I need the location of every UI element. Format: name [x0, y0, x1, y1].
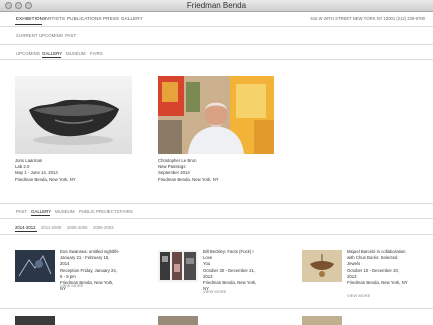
past-tabs-divider [0, 218, 433, 219]
year-2005-2003[interactable]: 2005-2003 [93, 225, 114, 230]
nav-publications[interactable]: PUBLICATIONS [67, 16, 102, 21]
past-item-title[interactable]: Bill Beckley: Facts (Fuck) I Love [203, 249, 263, 261]
tab-upcoming[interactable]: UPCOMING [16, 51, 40, 56]
featured-image-lebrun[interactable] [158, 76, 274, 154]
nav-press[interactable]: PRESS [103, 16, 119, 21]
tabs-divider [0, 59, 433, 60]
tab-gallery[interactable]: GALLERY [42, 51, 62, 56]
active-nav-underline [15, 24, 42, 25]
window-title: Friedman Benda [186, 1, 247, 10]
view-more-link[interactable]: VIEW MORE [347, 293, 370, 298]
featured-caption-lebrun: Christopher Le Brun New Paintings Septem… [158, 158, 219, 183]
featured-caption-laarman: Joris Laarman Lab 2.0 May 1 - June 14, 2… [15, 158, 76, 183]
past-item-beckley: Bill Beckley: Facts (Fuck) I Love You Oc… [203, 249, 263, 292]
next-row-image[interactable] [158, 316, 198, 325]
featured-image-laarman[interactable] [15, 76, 132, 154]
year-2011-2009[interactable]: 2011-2009 [41, 225, 61, 230]
nav-exhibitions[interactable]: EXHIBITIONS [16, 16, 46, 21]
past-item-image-beckley[interactable] [158, 250, 198, 282]
window-titlebar: Friedman Benda [0, 0, 433, 12]
tab-fairs[interactable]: FAIRS [90, 51, 103, 56]
subnav-current[interactable]: CURRENT [16, 33, 37, 38]
active-year-underline [15, 231, 37, 232]
year-2014-2012[interactable]: 2014-2012 [15, 225, 36, 230]
exhibition-location: Friedman Benda, New York, NY [15, 176, 76, 182]
view-more-link[interactable]: VIEW MORE [60, 283, 83, 288]
subnav-upcoming[interactable]: UPCOMING [39, 33, 63, 38]
tab-museum[interactable]: MUSEUM [66, 51, 86, 56]
jewel-image [302, 250, 342, 282]
painting-image [15, 250, 55, 282]
top-nav: EXHIBITIONS ARTISTS PUBLICATIONS PRESS G… [0, 12, 433, 26]
past-item-location: Friedman Benda, New York, NY [347, 280, 408, 286]
next-row-image[interactable] [302, 316, 342, 325]
nav-artists[interactable]: ARTISTS [45, 16, 65, 21]
nav-divider [0, 26, 433, 27]
tab-public-projects[interactable]: PUBLIC PROJECTS [79, 209, 120, 214]
past-item-barcelo: Miquel Barceló in collaboration with Chu… [347, 249, 417, 286]
year-2008-2006[interactable]: 2008-2006 [67, 225, 88, 230]
portrait-image [158, 76, 274, 154]
bottom-divider [0, 308, 433, 309]
subnav-divider [0, 44, 433, 45]
nav-gallery[interactable]: GALLERY [121, 16, 143, 21]
years-divider [0, 234, 433, 235]
past-item-image-barcelo[interactable] [302, 250, 342, 282]
active-tab-underline [42, 57, 61, 58]
exhibition-location: Friedman Benda, New York, NY [158, 176, 219, 182]
active-past-tab-underline [31, 215, 50, 216]
tab-past-gallery[interactable]: GALLERY [31, 209, 51, 214]
past-item-reception: Reception Friday, January 24, [60, 267, 118, 273]
tab-past-fairs[interactable]: FAIRS [120, 209, 133, 214]
tab-past[interactable]: PAST [16, 209, 27, 214]
past-item-image-swansea[interactable] [15, 250, 55, 282]
past-item-dates: January 21 - February 15, 2014 [60, 255, 110, 267]
subnav-past[interactable]: PAST [65, 33, 76, 38]
gallery-address: 515 W 26TH STREET NEW YORK NY 10001 (212… [310, 16, 425, 21]
past-item-dates: October 30 - December 21, [203, 267, 256, 273]
tab-past-museum[interactable]: MUSEUM [55, 209, 75, 214]
sculpture-image [29, 99, 119, 145]
photo-grid-image [160, 252, 196, 280]
section-divider [0, 203, 433, 204]
next-row-image[interactable] [15, 316, 55, 325]
view-more-link[interactable]: VIEW MORE [203, 289, 226, 294]
